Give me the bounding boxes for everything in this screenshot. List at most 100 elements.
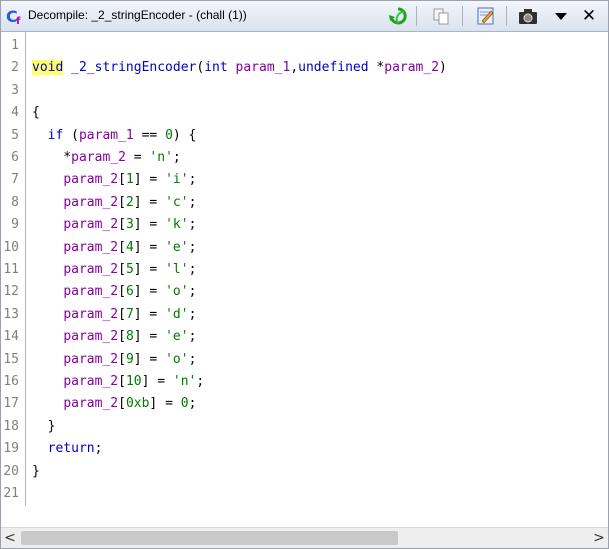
line-number: 18 <box>3 418 19 434</box>
scroll-right-icon[interactable]: > <box>590 528 608 548</box>
code-token: int <box>204 60 228 76</box>
code-token: ] = <box>133 351 166 367</box>
code-text: *param_2 = 'n'; <box>32 148 181 168</box>
code-token: [ <box>118 329 126 345</box>
code-token: param_2 <box>63 217 119 233</box>
code-line[interactable]: 7 param_2[1] = 'i'; <box>1 170 601 190</box>
scroll-left-icon[interactable]: < <box>1 528 19 548</box>
toolbar-separator <box>462 6 463 26</box>
code-token: 'c' <box>165 194 189 210</box>
snapshot-button[interactable] <box>517 5 539 27</box>
code-token: [ <box>118 374 126 389</box>
refresh-icon <box>389 7 407 25</box>
refresh-button[interactable] <box>387 5 409 27</box>
code-token: ] = <box>133 194 166 210</box>
copy-button[interactable] <box>430 5 452 27</box>
code-token: undefined <box>298 60 369 76</box>
code-token: ; <box>172 150 181 165</box>
code-token: == <box>133 127 166 143</box>
code-line[interactable]: 21 <box>1 484 601 504</box>
code-token: = <box>125 150 150 165</box>
code-token: ) <box>439 60 447 76</box>
decompiler-app-icon: C f <box>5 6 25 27</box>
code-token: [ <box>118 396 126 412</box>
close-button[interactable]: ✕ <box>578 5 600 27</box>
code-line[interactable]: 19 return; <box>1 439 601 459</box>
decompile-window: C f Decompile: _2_stringEncoder - (chall… <box>0 0 609 549</box>
code-token: [ <box>118 194 126 210</box>
code-line[interactable]: 3 <box>1 81 601 101</box>
code-line[interactable]: 4{ <box>1 103 601 123</box>
code-token: param_1 <box>235 60 291 76</box>
code-line[interactable]: 10 param_2[4] = 'e'; <box>1 238 601 258</box>
code-token: [ <box>118 172 126 188</box>
code-token: 'k' <box>165 217 189 233</box>
line-number: 1 <box>11 38 19 53</box>
code-token: ; <box>188 239 197 255</box>
code-token: ; <box>188 329 197 345</box>
code-token: 9 <box>125 351 134 367</box>
code-line[interactable]: 12 param_2[6] = 'o'; <box>1 282 601 302</box>
code-token: ; <box>196 374 205 389</box>
line-number: 8 <box>11 194 19 210</box>
code-line[interactable]: 18 } <box>1 417 601 437</box>
code-line[interactable]: 15 param_2[9] = 'o'; <box>1 350 601 370</box>
code-token: param_2 <box>71 150 126 165</box>
code-line[interactable]: 16 param_2[10] = 'n'; <box>1 372 601 392</box>
code-line[interactable]: 17 param_2[0xb] = 0; <box>1 394 601 414</box>
edit-button[interactable] <box>475 5 497 27</box>
code-text: param_2[7] = 'd'; <box>32 305 196 325</box>
code-text: { <box>32 103 40 123</box>
code-token: } <box>32 463 40 479</box>
code-token: 'o' <box>165 284 189 300</box>
code-text: param_2[3] = 'k'; <box>32 215 196 235</box>
toolbar-separator <box>506 6 507 26</box>
code-line[interactable]: 14 param_2[8] = 'e'; <box>1 327 601 347</box>
menu-dropdown-button[interactable] <box>550 5 572 27</box>
code-token: 8 <box>125 329 134 345</box>
code-token: 'e' <box>165 329 189 345</box>
line-number: 20 <box>3 463 19 479</box>
code-line[interactable]: 6 *param_2 = 'n'; <box>1 148 601 168</box>
code-token: 7 <box>125 306 134 322</box>
code-line[interactable]: 11 param_2[5] = 'l'; <box>1 260 601 280</box>
horizontal-scrollbar[interactable]: < > <box>1 527 608 548</box>
code-line[interactable]: 9 param_2[3] = 'k'; <box>1 215 601 235</box>
code-token: } <box>32 418 56 434</box>
code-editor[interactable]: 1 2 void _2_stringEncoder(int param_1,unde… <box>1 32 608 526</box>
code-token: 'l' <box>165 262 189 277</box>
code-token: param_2 <box>63 374 119 389</box>
code-token: ( <box>63 127 79 143</box>
code-token: param_2 <box>384 60 440 76</box>
code-text: } <box>32 462 40 482</box>
code-token: ] = <box>141 374 173 389</box>
code-token: 'i' <box>165 172 189 188</box>
code-line[interactable]: 2 void _2_stringEncoder(int param_1,undef… <box>1 58 601 78</box>
code-token: 10 <box>125 374 142 389</box>
line-number: 2 <box>11 60 19 76</box>
code-line[interactable]: 8 param_2[2] = 'c'; <box>1 193 601 213</box>
code-token: param_2 <box>63 329 119 345</box>
code-token: ; <box>188 194 197 210</box>
code-token: 6 <box>125 284 134 300</box>
scrollbar-thumb[interactable] <box>21 531 398 545</box>
line-number: 21 <box>3 486 19 501</box>
code-line[interactable]: 5 if (param_1 == 0) { <box>1 126 601 146</box>
code-text: param_2[6] = 'o'; <box>32 282 196 302</box>
code-token: 'e' <box>165 239 189 255</box>
code-token: 0 <box>165 127 173 143</box>
code-text: param_2[4] = 'e'; <box>32 238 196 258</box>
code-token: 0 <box>180 396 189 412</box>
code-token: ] = <box>133 172 166 188</box>
code-text: param_2[2] = 'c'; <box>32 193 196 213</box>
code-line[interactable]: 13 param_2[7] = 'd'; <box>1 305 601 325</box>
code-line[interactable]: 20} <box>1 462 601 482</box>
code-line[interactable]: 1 <box>1 36 601 56</box>
code-token: param_2 <box>63 396 119 412</box>
